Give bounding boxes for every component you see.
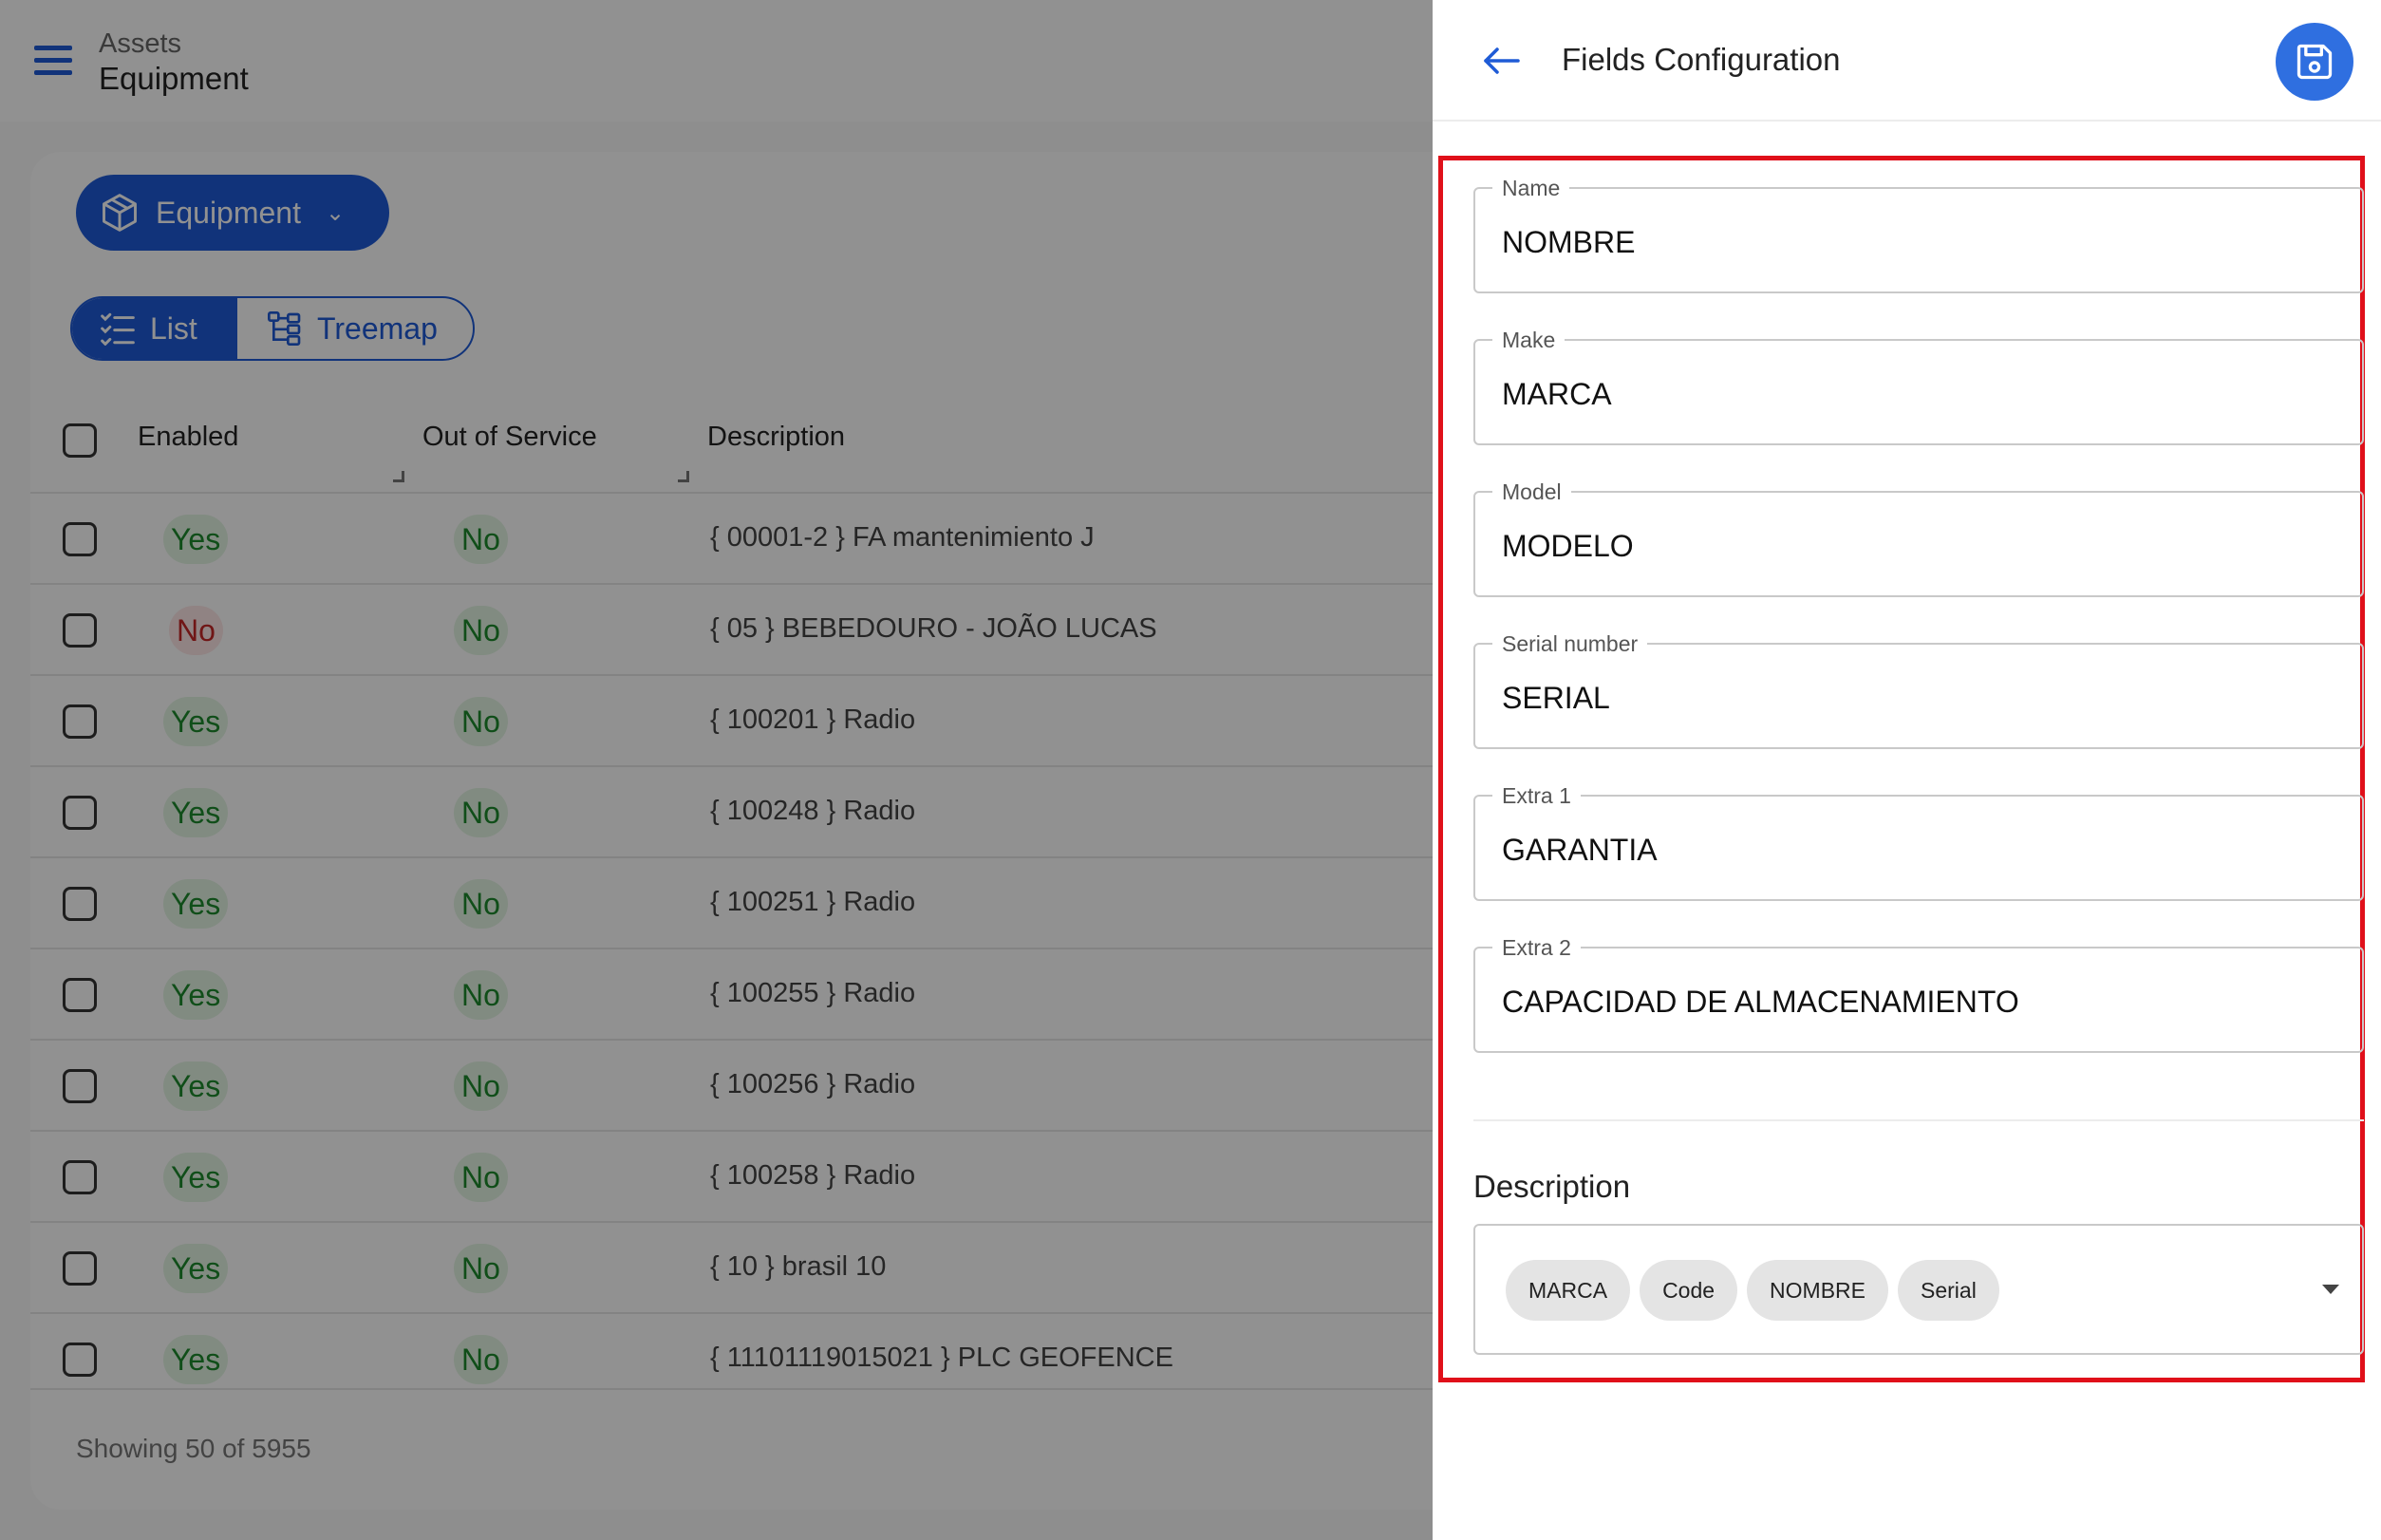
extra-1-field-label: Extra 1 [1492, 783, 1581, 808]
make-field-label: Make [1492, 328, 1565, 352]
name-field[interactable]: Name NOMBRE [1473, 176, 2364, 293]
chip-code[interactable]: Code [1640, 1260, 1738, 1321]
floppy-disk-icon [2297, 44, 2333, 80]
extra-1-field-value: GARANTIA [1502, 833, 1658, 867]
name-field-value: NOMBRE [1502, 225, 1636, 259]
extra-2-field-value: CAPACIDAD DE ALMACENAMIENTO [1502, 985, 2019, 1019]
chip-serial[interactable]: Serial [1898, 1260, 1999, 1321]
description-section-title: Description [1473, 1169, 1631, 1204]
name-field-label: Name [1492, 176, 1570, 200]
description-multiselect[interactable]: MARCA Code NOMBRE Serial [1473, 1224, 2364, 1355]
chip-list: MARCA Code NOMBRE Serial [1506, 1260, 1999, 1321]
extra-2-field[interactable]: Extra 2 CAPACIDAD DE ALMACENAMIENTO [1473, 935, 2364, 1053]
fields-configuration-panel: Fields Configuration Name NOMBRE Make MA… [1433, 0, 2381, 1540]
arrow-left-icon [1484, 47, 1520, 74]
model-field-label: Model [1492, 479, 1571, 504]
chip-nombre[interactable]: NOMBRE [1747, 1260, 1888, 1321]
panel-header: Fields Configuration [1433, 0, 2381, 122]
section-divider [1473, 1119, 2364, 1121]
highlighted-region: Name NOMBRE Make MARCA Model MODELO Seri… [1438, 156, 2365, 1382]
chip-marca[interactable]: MARCA [1506, 1260, 1631, 1321]
extra-2-field-label: Extra 2 [1492, 935, 1581, 960]
model-field[interactable]: Model MODELO [1473, 479, 2364, 597]
dropdown-arrow-icon[interactable] [2322, 1285, 2339, 1294]
make-field-value: MARCA [1502, 377, 1612, 411]
model-field-value: MODELO [1502, 529, 1634, 563]
panel-title: Fields Configuration [1562, 42, 1841, 77]
save-button[interactable] [2276, 23, 2353, 101]
modal-backdrop[interactable] [0, 0, 1433, 1540]
back-button[interactable] [1478, 42, 1524, 80]
extra-1-field[interactable]: Extra 1 GARANTIA [1473, 783, 2364, 901]
serial-number-field-value: SERIAL [1502, 681, 1610, 715]
serial-number-field[interactable]: Serial number SERIAL [1473, 631, 2364, 749]
serial-number-field-label: Serial number [1492, 631, 1648, 656]
make-field[interactable]: Make MARCA [1473, 328, 2364, 445]
